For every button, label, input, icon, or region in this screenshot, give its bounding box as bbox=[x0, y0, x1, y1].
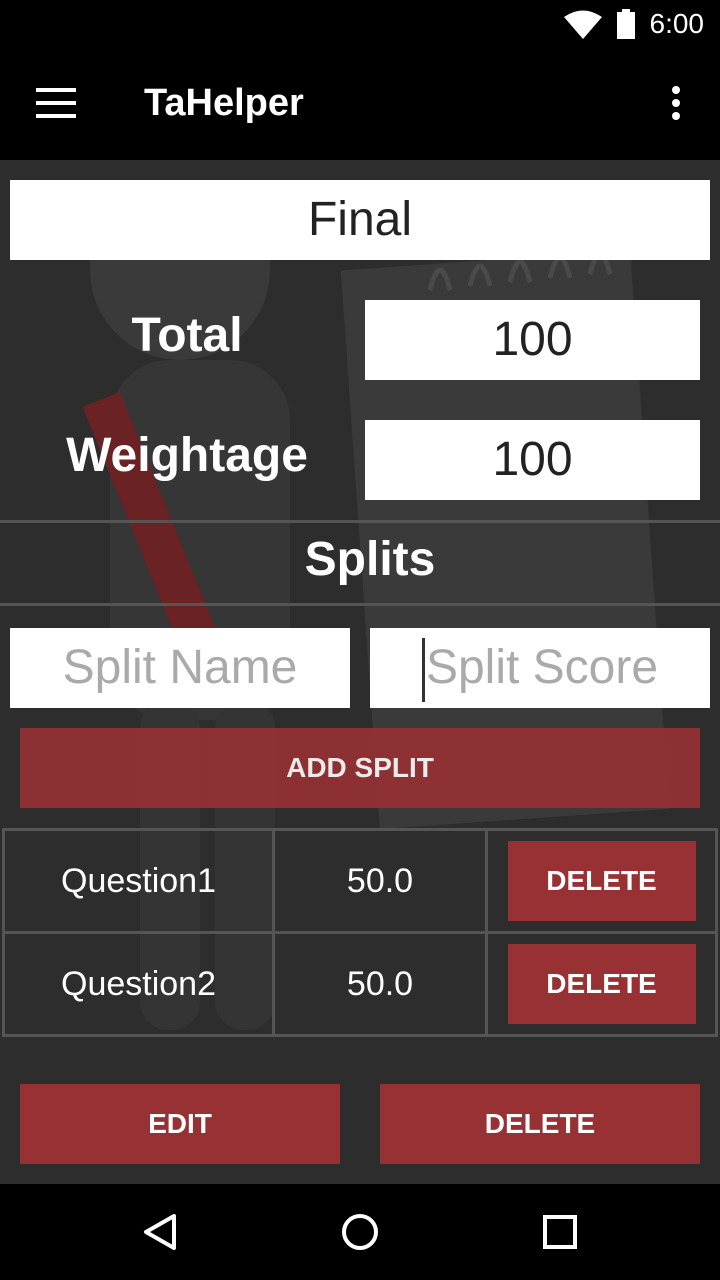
delete-split-button[interactable]: DELETE bbox=[507, 944, 696, 1024]
splits-table: Question1 50.0 DELETE Question2 50.0 DEL… bbox=[2, 828, 718, 1038]
edit-button[interactable]: EDIT bbox=[20, 1084, 340, 1164]
split-name-cell: Question1 bbox=[2, 828, 275, 934]
text-cursor bbox=[421, 638, 425, 703]
app-bar: TaHelper bbox=[0, 48, 720, 160]
delete-button[interactable]: DELETE bbox=[380, 1084, 700, 1164]
navigation-bar bbox=[0, 1184, 720, 1280]
weightage-label: Weightage bbox=[66, 429, 308, 482]
split-action-cell: DELETE bbox=[485, 828, 718, 934]
split-score-placeholder: Split Score bbox=[425, 641, 659, 694]
exam-name-field[interactable]: Final bbox=[10, 180, 710, 260]
split-score-cell: 50.0 bbox=[272, 931, 488, 1037]
table-row: Question1 50.0 DELETE bbox=[2, 828, 718, 934]
battery-icon bbox=[617, 9, 635, 39]
splits-heading: Splits bbox=[304, 533, 436, 586]
weightage-field[interactable]: 100 bbox=[365, 420, 700, 500]
total-label: Total bbox=[131, 309, 243, 362]
status-bar: 6:00 bbox=[0, 0, 720, 48]
back-icon[interactable] bbox=[140, 1212, 180, 1252]
home-icon[interactable] bbox=[340, 1212, 380, 1252]
divider bbox=[0, 520, 720, 523]
split-score-cell: 50.0 bbox=[272, 828, 488, 934]
status-time: 6:00 bbox=[649, 8, 705, 39]
divider bbox=[0, 603, 720, 606]
wifi-icon bbox=[564, 10, 602, 39]
split-score-input[interactable]: Split Score bbox=[370, 628, 710, 708]
recents-icon[interactable] bbox=[542, 1214, 578, 1250]
add-split-button[interactable]: ADD SPLIT bbox=[20, 728, 700, 808]
overflow-menu-icon[interactable] bbox=[666, 86, 686, 126]
total-field[interactable]: 100 bbox=[365, 300, 700, 380]
split-name-cell: Question2 bbox=[2, 931, 275, 1037]
split-action-cell: DELETE bbox=[485, 931, 718, 1037]
split-name-input[interactable]: Split Name bbox=[10, 628, 350, 708]
delete-split-button[interactable]: DELETE bbox=[507, 841, 696, 921]
table-row: Question2 50.0 DELETE bbox=[2, 931, 718, 1037]
app-title: TaHelper bbox=[144, 82, 304, 124]
hamburger-menu-icon[interactable] bbox=[36, 88, 76, 118]
